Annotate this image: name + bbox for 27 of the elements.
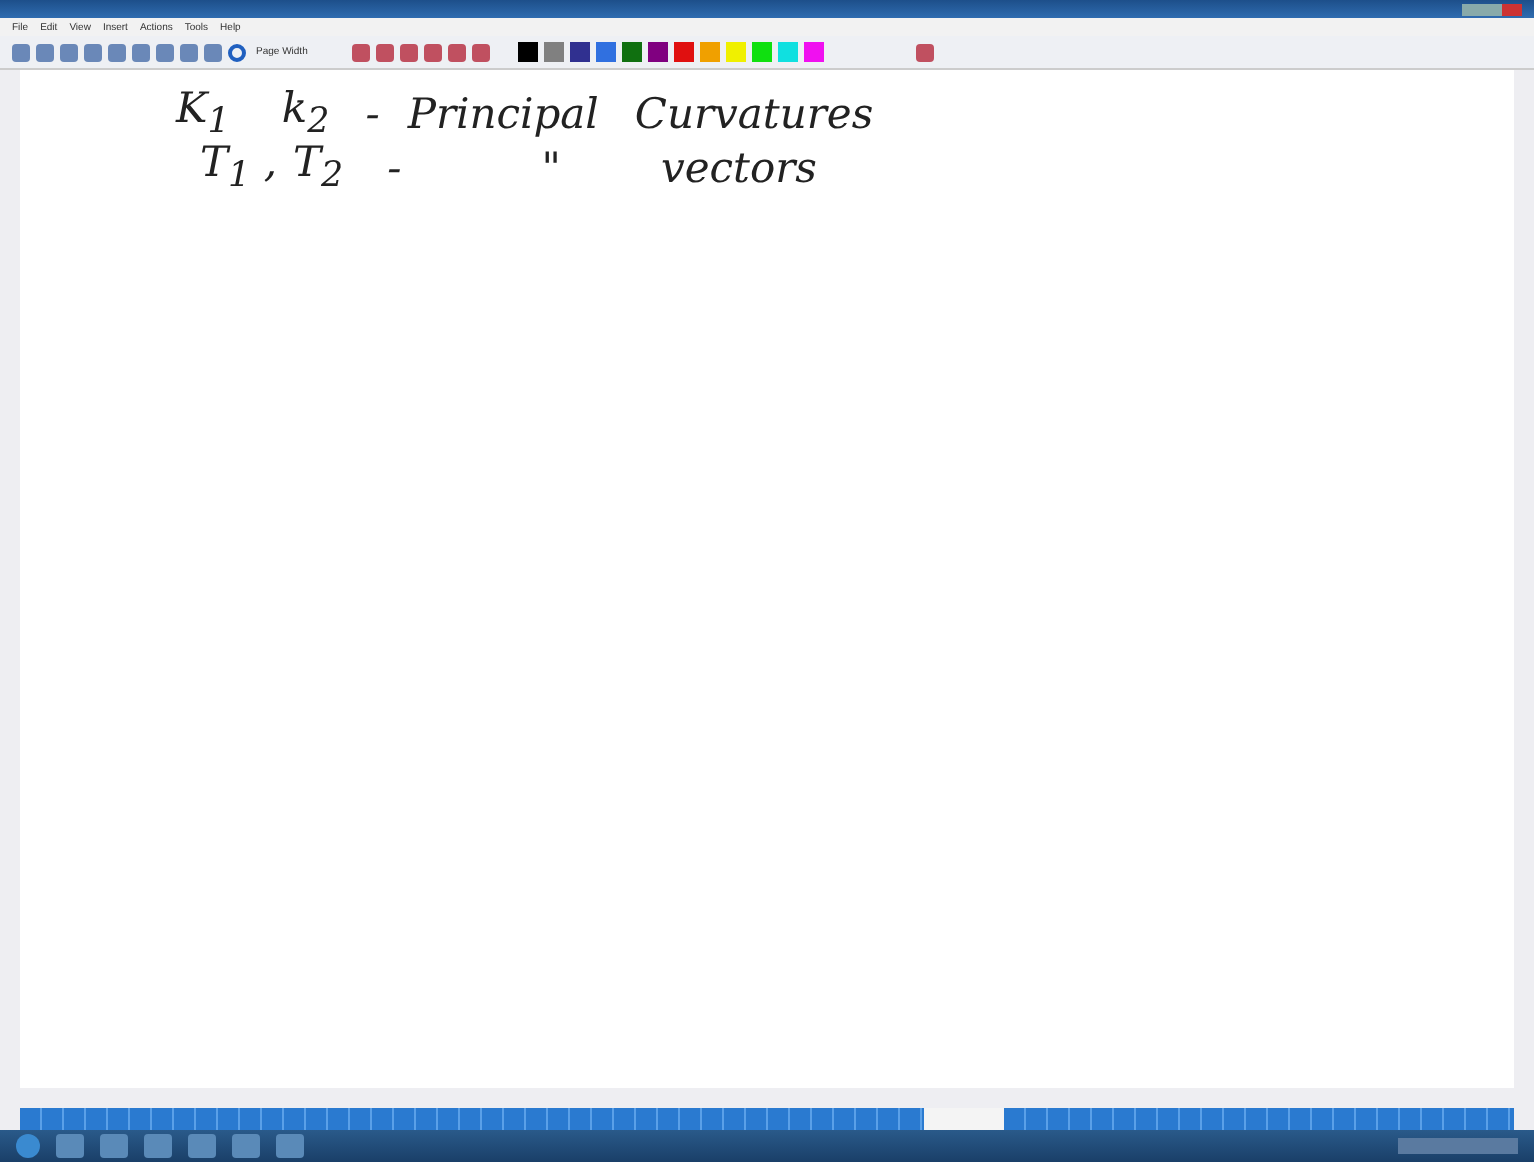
color-swatch[interactable]: [699, 42, 720, 62]
color-swatch[interactable]: [517, 42, 538, 62]
color-swatch[interactable]: [751, 42, 772, 62]
handwritten-text: vectors: [660, 143, 817, 191]
color-swatch[interactable]: [777, 42, 798, 62]
handwritten-text: Principal: [407, 89, 599, 137]
color-swatch[interactable]: [647, 42, 668, 62]
color-swatch[interactable]: [543, 42, 564, 62]
color-swatch[interactable]: [725, 42, 746, 62]
scroll-thumb[interactable]: [924, 1108, 1004, 1130]
handwritten-text: Curvatures: [634, 89, 874, 137]
window-controls-icon[interactable]: [1462, 3, 1522, 15]
page-scrollbar[interactable]: [20, 1108, 1514, 1130]
color-swatch[interactable]: [803, 42, 824, 62]
color-swatch[interactable]: [673, 42, 694, 62]
handwritten-text: -: [387, 143, 402, 191]
handwritten-text: k$_{2}$: [281, 83, 330, 143]
handwritten-text: T$_{2}$: [293, 137, 344, 197]
handwritten-text: T$_{1}$ ,: [200, 137, 278, 197]
color-swatch[interactable]: [569, 42, 590, 62]
color-swatch[interactable]: [621, 42, 642, 62]
start-icon[interactable]: [16, 1134, 40, 1158]
color-swatch[interactable]: [595, 42, 616, 62]
handwritten-text: K$_{1}$: [176, 83, 230, 143]
undo-icon[interactable]: [228, 43, 246, 61]
handwritten-text: ": [541, 143, 561, 191]
handwritten-text: -: [365, 89, 380, 137]
